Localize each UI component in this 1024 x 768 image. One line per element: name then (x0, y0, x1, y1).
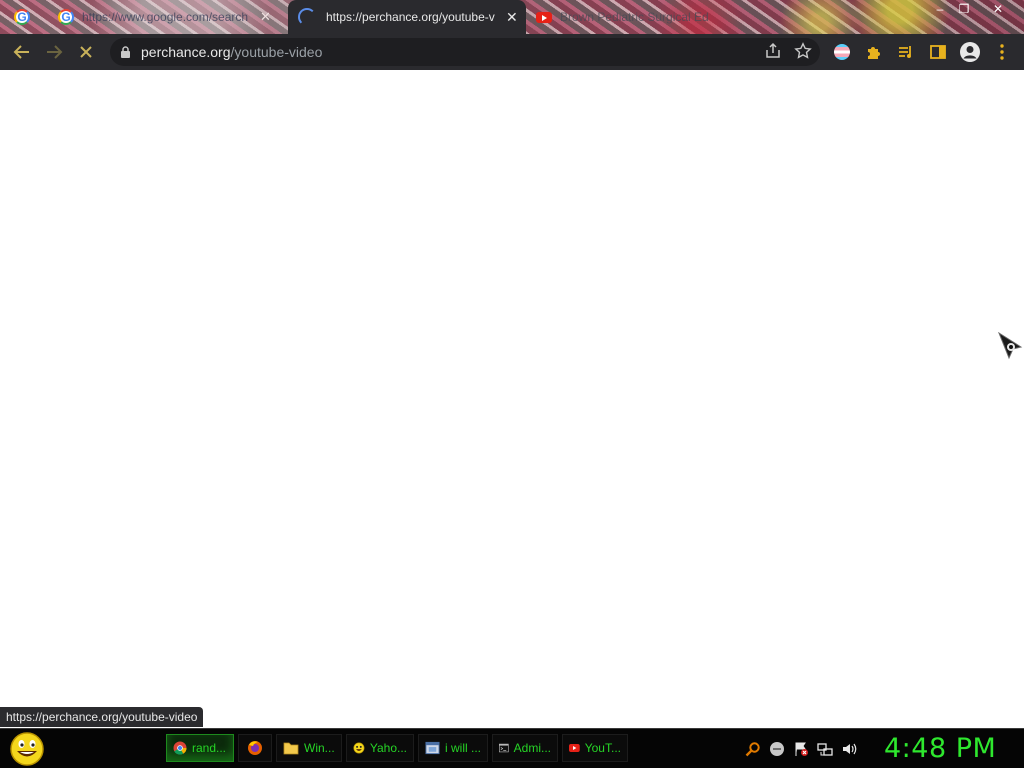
taskbar-item-firefox[interactable] (238, 734, 272, 762)
kebab-menu-icon (1000, 44, 1004, 60)
maximize-button[interactable]: ❐ (952, 0, 976, 18)
media-controls-button[interactable] (894, 40, 918, 64)
menu-button[interactable] (990, 40, 1014, 64)
firefox-icon (248, 741, 262, 755)
taskbar-item-label: Admi... (513, 741, 551, 755)
status-url-bubble: https://perchance.org/youtube-video (0, 707, 204, 727)
tray-action-center[interactable] (792, 740, 810, 758)
side-panel-button[interactable] (926, 40, 950, 64)
taskbar-item-cmd[interactable]: Admi... (492, 734, 558, 762)
taskbar-item-yahoo[interactable]: Yaho... (346, 734, 414, 762)
star-icon (794, 42, 812, 59)
forward-arrow-icon (47, 45, 63, 59)
url-path: /youtube-video (230, 44, 323, 60)
tray-volume[interactable] (840, 740, 858, 758)
chrome-icon (173, 741, 187, 755)
tab-youtube[interactable]: Brown Pediatric Surgical Ed (530, 0, 750, 34)
profile-button[interactable] (958, 40, 982, 64)
extensions-button[interactable] (862, 40, 886, 64)
tab-google-pinned[interactable]: G (14, 0, 44, 34)
music-queue-icon (899, 46, 911, 58)
minimize-button[interactable]: – (928, 0, 952, 18)
taskbar: rand... Win... Yaho... i will ... Admi..… (0, 728, 1024, 768)
tab-perchance-active[interactable]: https://perchance.org/youtube-v ✕ (288, 0, 526, 34)
forward-button[interactable] (42, 40, 66, 64)
taskbar-item-label: i will ... (445, 741, 481, 755)
avatar-icon (960, 42, 980, 62)
tab-close-icon[interactable]: ✕ (260, 9, 271, 25)
tray-search[interactable] (744, 740, 762, 758)
stop-loading-button[interactable] (74, 40, 98, 64)
youtube-icon (569, 743, 580, 753)
tab-title: https://www.google.com/search (82, 10, 249, 24)
window-icon (425, 741, 440, 755)
taskbar-item-window[interactable]: i will ... (418, 734, 488, 762)
tab-strip: G G https://www.google.com/search ✕ http… (0, 0, 1024, 34)
side-panel-icon (930, 45, 946, 59)
address-bar[interactable]: perchance.org/youtube-video (110, 38, 820, 66)
stop-icon (80, 46, 92, 58)
taskbar-item-label: YouT... (584, 741, 621, 755)
loading-spinner-icon (298, 8, 316, 26)
tray-messenger[interactable] (768, 740, 786, 758)
cmd-icon (499, 743, 509, 753)
share-button[interactable] (764, 42, 782, 65)
share-icon (766, 42, 780, 58)
start-button[interactable] (8, 732, 46, 766)
puzzle-icon (868, 47, 880, 59)
taskbar-item-label: Yaho... (369, 741, 407, 755)
tray-network[interactable] (816, 740, 834, 758)
url-host: perchance.org (141, 44, 231, 60)
flag-warning-icon (795, 742, 808, 756)
taskbar-clock[interactable]: 4:48 PM (884, 733, 996, 764)
taskbar-item-label: Win... (304, 741, 335, 755)
taskbar-item-chrome[interactable]: rand... (166, 734, 234, 762)
yahoo-messenger-icon (353, 742, 365, 754)
google-icon: G (58, 9, 74, 25)
lock-icon (121, 45, 130, 58)
browser-toolbar: perchance.org/youtube-video (0, 34, 1024, 70)
google-icon: G (14, 9, 30, 25)
back-arrow-icon (13, 45, 29, 59)
mouse-cursor-icon (997, 331, 1024, 365)
search-icon (745, 742, 760, 757)
speaker-icon (843, 743, 857, 755)
youtube-icon (536, 11, 552, 23)
taskbar-item-explorer[interactable]: Win... (276, 734, 342, 762)
tab-close-icon[interactable]: ✕ (506, 9, 518, 26)
close-window-button[interactable]: ✕ (986, 0, 1010, 18)
smiley-face-icon (10, 732, 44, 766)
tab-title: Brown Pediatric Surgical Ed (560, 10, 709, 24)
folder-icon (283, 742, 299, 755)
taskbar-item-youtube[interactable]: YouT... (562, 734, 628, 762)
messenger-status-icon (770, 742, 784, 756)
extension-flag-button[interactable] (830, 40, 854, 64)
bookmark-star-button[interactable] (794, 42, 812, 65)
tab-google-search[interactable]: G https://www.google.com/search ✕ (50, 0, 284, 34)
trans-flag-icon (834, 44, 850, 60)
network-icon (817, 743, 833, 756)
tab-title: https://perchance.org/youtube-v (326, 10, 495, 24)
page-content (0, 70, 1024, 728)
taskbar-item-label: rand... (192, 741, 227, 755)
back-button[interactable] (10, 40, 34, 64)
